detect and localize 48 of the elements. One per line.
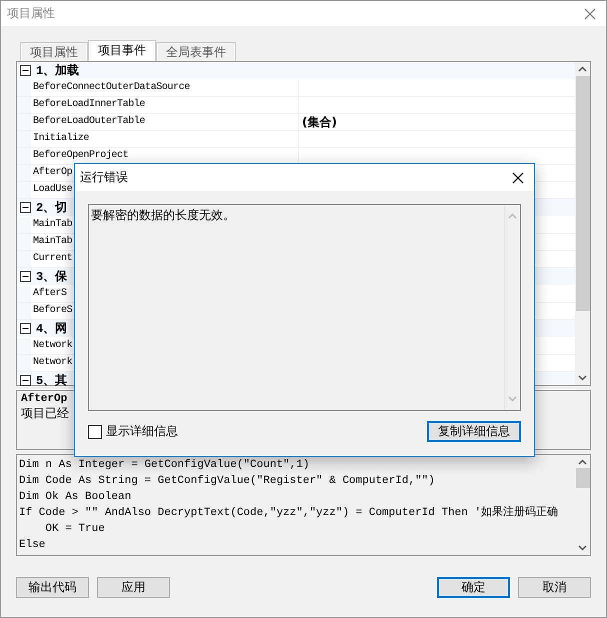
copy-details-button[interactable]: 复制详细信息 <box>427 421 521 442</box>
category-title: 4、网 <box>36 321 68 337</box>
code-line: OK = True <box>44 522 106 537</box>
property-name[interactable]: BeforeLoadOuterTable <box>31 114 299 130</box>
code-editor[interactable] <box>16 454 591 556</box>
collapse-icon[interactable] <box>20 65 31 76</box>
collapse-icon[interactable] <box>20 375 31 386</box>
collapse-icon[interactable] <box>20 271 31 282</box>
scrollbar-thumb[interactable] <box>576 468 590 488</box>
window-title: 项目属性 <box>7 5 55 22</box>
code-line: Else <box>19 538 46 553</box>
scroll-down-icon <box>508 396 517 402</box>
tab[interactable]: 项目事件 <box>88 40 156 61</box>
tab[interactable]: 项目属性 <box>20 42 88 61</box>
category-title: 5、其 <box>36 372 68 389</box>
error-dialog-title: 运行错误 <box>80 169 128 186</box>
scroll-up-icon[interactable] <box>578 459 587 465</box>
scroll-down-icon[interactable] <box>578 375 587 381</box>
checkbox[interactable] <box>88 424 102 438</box>
code-line: Dim n As Integer = GetConfigValue("Count",1) <box>19 458 310 473</box>
dialog-button[interactable]: 输出代码 <box>16 577 89 598</box>
description-title: AfterOp <box>21 393 68 405</box>
dialog-button[interactable]: 应用 <box>97 577 170 598</box>
scrollbar[interactable] <box>575 62 590 385</box>
property-name[interactable]: BeforeConnectOuterDataSource <box>31 80 299 96</box>
collapse-icon[interactable] <box>20 323 31 334</box>
dialog-button[interactable]: 确定 <box>437 577 510 598</box>
collapse-icon[interactable] <box>20 202 31 213</box>
property-value[interactable]: (集合) <box>299 114 575 130</box>
category-title: 2、切 <box>36 200 68 216</box>
property-name[interactable]: BeforeLoadInnerTable <box>31 97 299 113</box>
error-message: 要解密的数据的长度无效。 <box>91 208 235 222</box>
category-title: 1、加载 <box>36 62 80 79</box>
scroll-up-icon[interactable] <box>578 66 587 72</box>
property-name[interactable]: Initialize <box>31 131 299 147</box>
code-line: Dim Ok As Boolean <box>19 490 132 505</box>
property-value[interactable] <box>299 148 575 164</box>
property-name[interactable]: BeforeOpenProject <box>31 148 299 164</box>
code-line: Dim Code As String = GetConfigValue("Register" & ComputerId,"") <box>19 474 436 489</box>
dialog-button[interactable]: 取消 <box>518 577 591 598</box>
tab[interactable]: 全局表事件 <box>156 42 236 61</box>
code-line: If Code > "" AndAlso DecryptText(Code,"yzz","yzz") = ComputerId Then '如果注册码正确 <box>19 505 560 521</box>
description-text: 项目已经 <box>21 405 69 422</box>
close-icon[interactable] <box>512 172 524 184</box>
scroll-up-icon <box>508 213 517 219</box>
category-title: 3、保 <box>36 269 68 285</box>
scroll-down-icon[interactable] <box>578 545 587 551</box>
checkbox-label[interactable]: 显示详细信息 <box>106 423 178 440</box>
